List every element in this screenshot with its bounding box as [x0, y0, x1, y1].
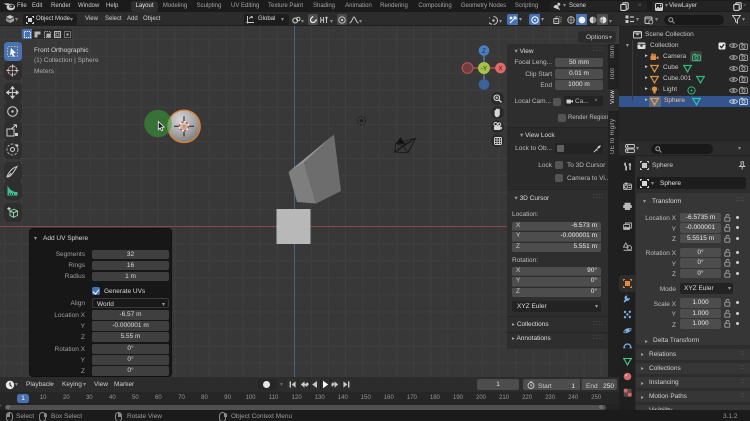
svg-text:Z: Z [482, 48, 486, 55]
svg-text:X: X [498, 66, 503, 73]
svg-text:-Y: -Y [481, 66, 488, 73]
